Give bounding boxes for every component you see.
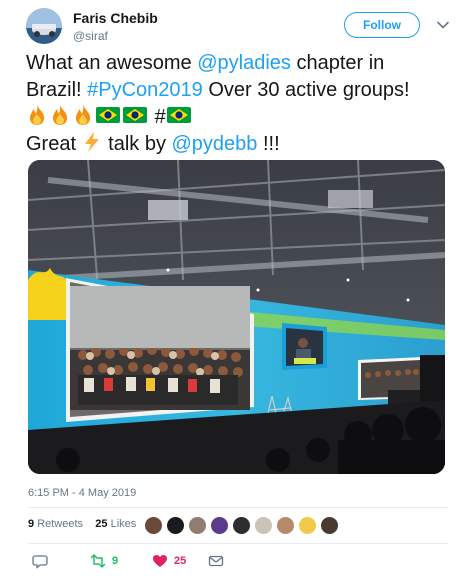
likes-label[interactable]: Likes xyxy=(111,518,137,530)
tweet-line-3: # xyxy=(26,104,446,131)
retweet-count: 9 xyxy=(112,555,119,567)
reply-icon xyxy=(32,555,48,569)
hashtag-link-pycon2019[interactable]: #PyCon2019 xyxy=(87,79,203,101)
tweet-photo[interactable] xyxy=(28,160,445,474)
retweet-button[interactable]: 9 xyxy=(90,552,118,570)
tweet-line-4: Great talk by @pydebb !!! xyxy=(26,131,446,158)
user-name[interactable]: Faris Chebib xyxy=(73,10,158,26)
like-button[interactable]: 25 xyxy=(152,552,186,570)
tweet-timestamp[interactable]: 6:15 PM - 4 May 2019 xyxy=(28,487,136,499)
brazil-flag-icon xyxy=(123,107,147,123)
tweet-text-segment: talk by xyxy=(102,133,172,155)
divider xyxy=(28,507,448,508)
avatar[interactable] xyxy=(166,516,185,535)
conference-photo xyxy=(28,160,445,474)
hashtag-link[interactable]: # xyxy=(155,106,166,128)
avatar[interactable] xyxy=(254,516,273,535)
avatar[interactable] xyxy=(298,516,317,535)
retweets-count[interactable]: 9 xyxy=(28,518,34,530)
brazil-flag-icon xyxy=(96,107,120,123)
follow-button[interactable]: Follow xyxy=(344,12,420,38)
likes-count[interactable]: 25 xyxy=(95,518,107,530)
tweet-line-2: Brazil! #PyCon2019 Over 30 active groups… xyxy=(26,77,446,104)
fire-icon xyxy=(76,105,90,125)
tweet-text-segment: Brazil! xyxy=(26,79,88,101)
tweet-text-segment: What an awesome xyxy=(26,52,198,74)
retweets-label[interactable]: Retweets xyxy=(37,518,83,530)
like-count: 25 xyxy=(174,555,187,567)
tweet-text-segment: Great xyxy=(26,133,82,155)
avatar[interactable] xyxy=(188,516,207,535)
fire-icon xyxy=(30,105,44,125)
fire-icon xyxy=(53,105,67,125)
mention-link-pydebb[interactable]: @pydebb xyxy=(172,133,258,155)
tweet-header: Faris Chebib @siraf Follow xyxy=(26,4,456,44)
reply-button[interactable] xyxy=(32,552,48,570)
mention-link-pyladies[interactable]: @pyladies xyxy=(197,52,291,74)
avatar[interactable] xyxy=(232,516,251,535)
tweet-line-1: What an awesome @pyladies chapter in xyxy=(26,50,446,77)
avatar[interactable] xyxy=(276,516,295,535)
heart-icon xyxy=(153,555,167,567)
tweet-text-segment: chapter in xyxy=(290,52,385,74)
divider xyxy=(28,543,448,544)
avatar[interactable] xyxy=(144,516,163,535)
direct-message-button[interactable] xyxy=(208,552,224,570)
avatar[interactable] xyxy=(210,516,229,535)
tweet-text: What an awesome @pyladies chapter in Bra… xyxy=(26,50,446,158)
lightning-icon xyxy=(84,132,99,152)
retweet-icon xyxy=(90,554,106,568)
avatar[interactable] xyxy=(26,8,62,44)
tweet-text-segment: Over 30 active groups! xyxy=(202,79,410,101)
tweet-stats: 9 Retweets 25 Likes xyxy=(28,518,136,530)
avatar[interactable] xyxy=(320,516,339,535)
brazil-flag-icon xyxy=(166,107,191,123)
tweet-actions: 9 25 xyxy=(28,552,448,572)
user-handle[interactable]: @siraf xyxy=(73,29,108,43)
envelope-icon xyxy=(208,555,224,567)
chevron-down-icon[interactable] xyxy=(436,18,450,32)
tweet-text-segment: !!! xyxy=(257,133,280,155)
